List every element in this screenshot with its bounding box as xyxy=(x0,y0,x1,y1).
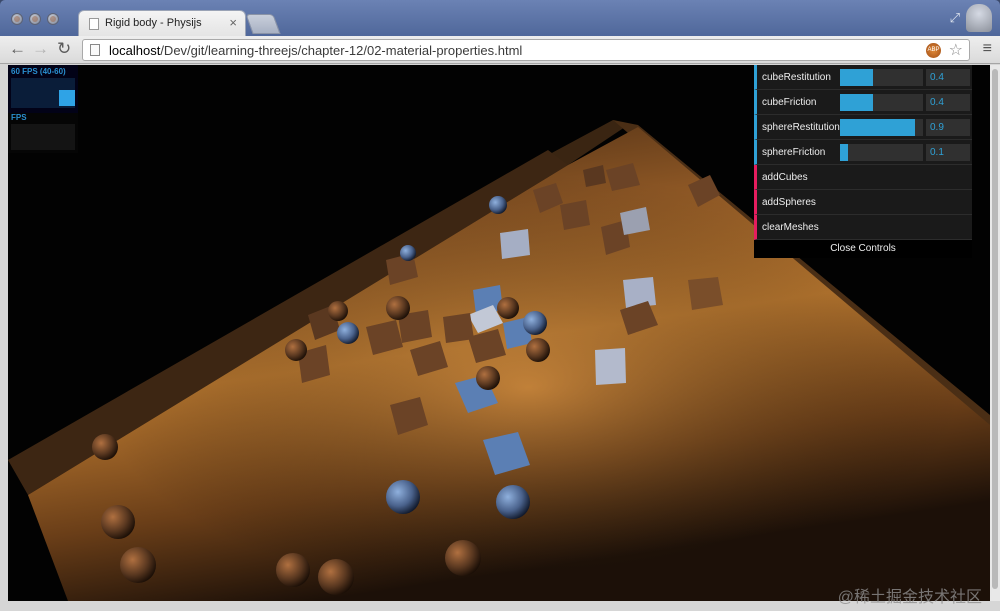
button-label: addSpheres xyxy=(762,197,816,208)
cube-restitution-value[interactable]: 0.4 xyxy=(926,69,970,86)
button-label: addCubes xyxy=(762,172,808,183)
add-cubes-button[interactable]: addCubes xyxy=(754,165,972,190)
sphere xyxy=(445,540,481,576)
close-window-button[interactable] xyxy=(11,13,23,25)
slider-fill xyxy=(840,144,849,161)
webgl-viewport[interactable]: 60 FPS (40-60) FPS cubeRestitution 0.4 c… xyxy=(8,65,990,601)
incognito-profile-icon xyxy=(966,4,992,32)
vertical-scrollbar[interactable] xyxy=(990,65,1000,601)
url-text[interactable]: localhost/Dev/git/learning-threejs/chapt… xyxy=(109,43,522,58)
sphere xyxy=(328,301,348,321)
slider-fill xyxy=(840,69,874,86)
button-label: clearMeshes xyxy=(762,222,819,233)
zoom-window-button[interactable] xyxy=(47,13,59,25)
watermark: @稀土掘金技术社区 xyxy=(837,589,982,606)
browser-window: Rigid body - Physijs × ⤢ ← → ↻ localhost… xyxy=(0,0,1000,611)
sphere xyxy=(120,547,156,583)
sphere xyxy=(285,339,307,361)
sphere-restitution-slider[interactable] xyxy=(840,119,923,136)
ms-graph xyxy=(11,124,75,150)
sphere-friction-value[interactable]: 0.1 xyxy=(926,144,970,161)
reload-icon[interactable]: ↻ xyxy=(57,39,71,59)
sphere-friction-slider[interactable] xyxy=(840,144,923,161)
tab-close-icon[interactable]: × xyxy=(229,15,237,30)
cube-friction-value[interactable]: 0.4 xyxy=(926,94,970,111)
gui-control-cube-friction[interactable]: cubeFriction 0.4 xyxy=(754,90,972,115)
dat-gui-panel: cubeRestitution 0.4 cubeFriction 0.4 sph… xyxy=(754,65,972,258)
cube-restitution-slider[interactable] xyxy=(840,69,923,86)
fps-graph xyxy=(11,78,75,108)
slider-fill xyxy=(840,94,874,111)
sphere xyxy=(101,505,135,539)
sphere xyxy=(496,485,530,519)
add-spheres-button[interactable]: addSpheres xyxy=(754,190,972,215)
sphere-restitution-value[interactable]: 0.9 xyxy=(926,119,970,136)
tab-rigid-body[interactable]: Rigid body - Physijs × xyxy=(78,10,246,36)
cube xyxy=(688,277,723,310)
fullscreen-icon[interactable]: ⤢ xyxy=(950,10,960,26)
title-bar: Rigid body - Physijs × ⤢ xyxy=(0,0,1000,36)
new-tab-button[interactable] xyxy=(245,14,281,34)
cube xyxy=(560,200,590,230)
cube-friction-slider[interactable] xyxy=(840,94,923,111)
control-label: sphereFriction xyxy=(762,147,826,158)
menu-icon[interactable]: ≡ xyxy=(983,40,992,58)
fps-readout: 60 FPS (40-60) xyxy=(11,67,66,76)
clear-meshes-button[interactable]: clearMeshes xyxy=(754,215,972,240)
page-icon xyxy=(90,44,100,56)
sphere xyxy=(386,480,420,514)
sphere xyxy=(526,338,550,362)
sphere xyxy=(276,553,310,587)
ms-readout: FPS xyxy=(11,113,27,122)
control-label: cubeFriction xyxy=(762,97,817,108)
cube xyxy=(623,277,656,308)
sphere xyxy=(337,322,359,344)
browser-toolbar: ← → ↻ localhost/Dev/git/learning-threejs… xyxy=(0,36,1000,64)
bookmark-star-icon[interactable]: ☆ xyxy=(949,40,963,60)
scrollbar-thumb[interactable] xyxy=(992,69,998,589)
sphere xyxy=(386,296,410,320)
slider-fill xyxy=(840,119,915,136)
gui-control-sphere-restitution[interactable]: sphereRestitution 0.9 xyxy=(754,115,972,140)
sphere xyxy=(476,366,500,390)
sphere xyxy=(523,311,547,335)
cube xyxy=(595,348,626,385)
sphere xyxy=(400,245,416,261)
cube xyxy=(500,229,530,259)
sphere xyxy=(489,196,507,214)
adblock-extension-icon[interactable]: ABP xyxy=(926,43,941,58)
back-arrow-icon[interactable]: ← xyxy=(9,39,26,59)
fps-graph-bar xyxy=(59,90,75,106)
page-favicon-icon xyxy=(89,18,99,30)
sphere xyxy=(318,559,354,595)
control-label: cubeRestitution xyxy=(762,72,831,83)
stats-fps-panel[interactable]: 60 FPS (40-60) xyxy=(8,65,78,113)
minimize-window-button[interactable] xyxy=(29,13,41,25)
sphere xyxy=(497,297,519,319)
forward-arrow-icon[interactable]: → xyxy=(32,39,49,59)
gui-control-cube-restitution[interactable]: cubeRestitution 0.4 xyxy=(754,65,972,90)
tab-title: Rigid body - Physijs xyxy=(105,17,202,29)
stats-ms-panel[interactable]: FPS xyxy=(8,113,78,153)
sphere xyxy=(92,434,118,460)
control-label: sphereRestitution xyxy=(762,122,840,133)
address-bar[interactable]: localhost/Dev/git/learning-threejs/chapt… xyxy=(82,39,970,61)
gui-control-sphere-friction[interactable]: sphereFriction 0.1 xyxy=(754,140,972,165)
close-controls-button[interactable]: Close Controls xyxy=(754,240,972,258)
